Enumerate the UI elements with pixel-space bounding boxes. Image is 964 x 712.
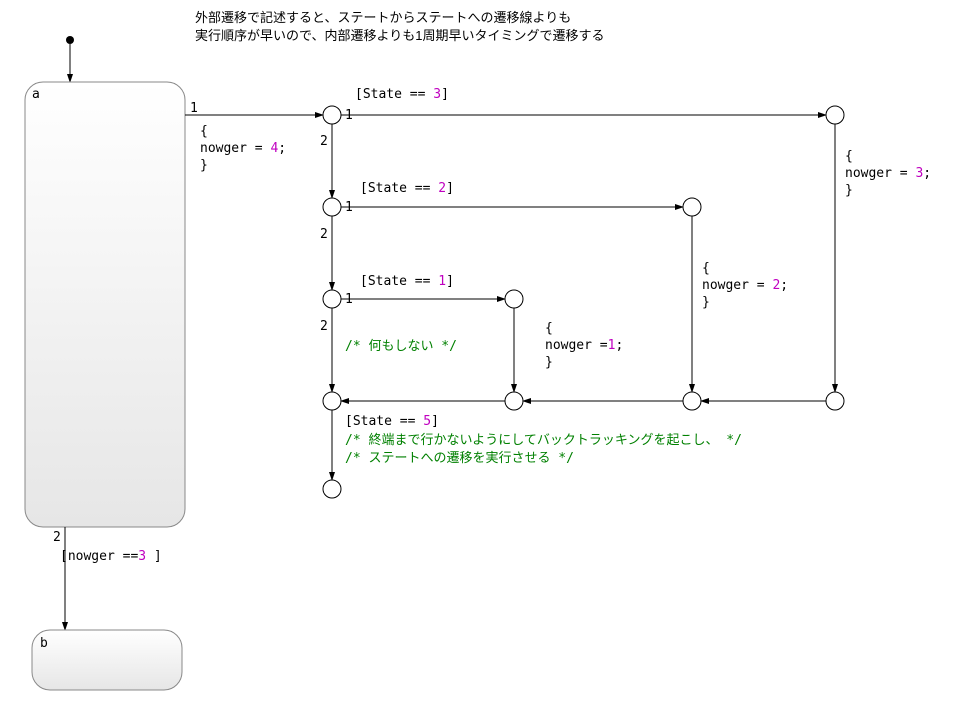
junction-2: [323, 198, 341, 216]
cond-state3: [State == 3]: [355, 87, 449, 102]
state-b-label: b: [40, 636, 48, 651]
junction-3: [323, 290, 341, 308]
state-a-label: a: [32, 87, 40, 102]
junction-m2: [683, 392, 701, 410]
state-a[interactable]: [25, 82, 185, 527]
junction-final: [323, 480, 341, 498]
initial-node: [66, 36, 74, 44]
ng4-open: {: [200, 124, 208, 139]
exit2-label: 2: [53, 530, 61, 545]
junction-m0: [323, 392, 341, 410]
junction-m1: [505, 392, 523, 410]
ng3-body: nowger = 3;: [845, 166, 931, 181]
cond-state1: [State == 1]: [360, 274, 454, 289]
junction-1: [323, 106, 341, 124]
nowger3-cond: [nowger ==3 ]: [60, 549, 162, 564]
j2-2-label: 2: [320, 227, 328, 242]
comment-none: /* 何もしない */: [345, 338, 457, 354]
stateflow-diagram: 外部遷移で記述すると、ステートからステートへの遷移線よりも 実行順序が早いので、…: [0, 0, 964, 712]
j1-2-label: 2: [320, 134, 328, 149]
ng2-close: }: [702, 295, 710, 310]
ng4-close: }: [200, 158, 208, 173]
ng1-body: nowger =1;: [545, 338, 623, 353]
cond-state2: [State == 2]: [360, 181, 454, 196]
ng2-body: nowger = 2;: [702, 278, 788, 293]
junction-right-1: [505, 290, 523, 308]
junction-right-3: [826, 106, 844, 124]
annotation-line1: 外部遷移で記述すると、ステートからステートへの遷移線よりも: [195, 10, 571, 25]
ng3-close: }: [845, 183, 853, 198]
annotation-line2: 実行順序が早いので、内部遷移よりも1周期早いタイミングで遷移する: [195, 28, 604, 43]
j3-2-label: 2: [320, 319, 328, 334]
ng1-close: }: [545, 355, 553, 370]
ng2-open: {: [702, 261, 710, 276]
ng4-body: nowger = 4;: [200, 141, 286, 156]
comment-bt1: /* 終端まで行かないようにしてバックトラッキングを起こし、 */: [345, 432, 742, 448]
comment-bt2: /* ステートへの遷移を実行させる */: [345, 450, 574, 466]
cond-state5: [State == 5]: [345, 414, 439, 429]
junction-right-2: [683, 198, 701, 216]
state-b[interactable]: [32, 630, 182, 690]
ng1-open: {: [545, 321, 553, 336]
ng3-open: {: [845, 149, 853, 164]
exit1-label: 1: [190, 101, 198, 116]
junction-m3: [826, 392, 844, 410]
